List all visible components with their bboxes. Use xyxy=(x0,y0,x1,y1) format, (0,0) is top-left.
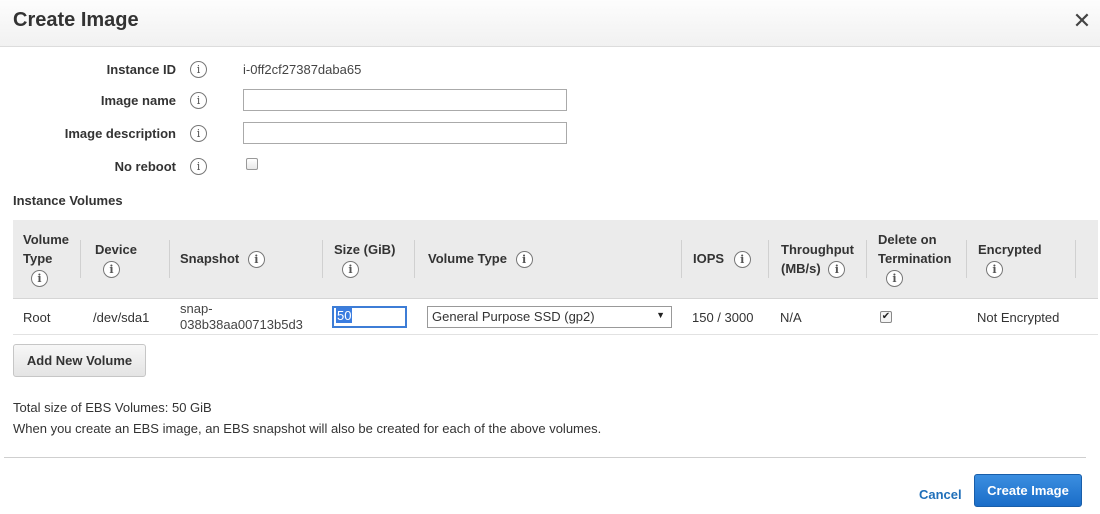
delete-on-termination-checkbox[interactable]: ✔ xyxy=(880,311,892,323)
chevron-down-icon: ▼ xyxy=(656,310,665,320)
no-reboot-row: No reboot xyxy=(0,156,176,180)
table-header: Volume Type i Device i Snapshot i Size (… xyxy=(13,220,1098,299)
cancel-link[interactable]: Cancel xyxy=(919,487,962,502)
cell-encrypted: Not Encrypted xyxy=(977,310,1060,325)
cell-throughput: N/A xyxy=(780,310,802,325)
info-icon[interactable]: i xyxy=(828,261,846,279)
instance-id-label: Instance ID xyxy=(106,62,176,77)
col-throughput-line1: Throughput xyxy=(781,242,854,257)
close-icon[interactable]: ✕ xyxy=(1068,7,1096,35)
col-size: Size (GiB) i xyxy=(334,240,396,279)
size-input-value: 50 xyxy=(336,308,353,323)
no-reboot-label: No reboot xyxy=(114,159,176,174)
volume-type-select[interactable]: General Purpose SSD (gp2) ▼ xyxy=(427,306,672,328)
cell-device: /dev/sda1 xyxy=(93,310,150,325)
info-icon[interactable]: i xyxy=(247,251,265,269)
cell-volume-type: Root xyxy=(23,310,51,325)
size-input[interactable]: 50 xyxy=(332,306,407,328)
instance-id-row: Instance ID xyxy=(0,59,176,83)
col-volume-type-line2: Type xyxy=(23,251,53,266)
col-device: Device i xyxy=(95,240,137,279)
col-device-label: Device xyxy=(95,242,137,257)
cell-snapshot-line2: 038b38aa00713b5d3 xyxy=(180,317,303,332)
info-icon[interactable]: i xyxy=(190,61,207,78)
info-icon[interactable]: i xyxy=(190,92,207,109)
total-size-text: Total size of EBS Volumes: 50 GiB xyxy=(13,400,212,415)
col-volume-type-line1: Volume xyxy=(23,232,69,247)
col-delete-on-termination: Delete on Termination i xyxy=(878,230,952,288)
table-row: Root /dev/sda1 snap- 038b38aa00713b5d3 5… xyxy=(13,300,1098,335)
info-icon[interactable]: i xyxy=(190,125,207,142)
info-icon[interactable]: i xyxy=(886,270,903,288)
col-volume-type-select: Volume Type i xyxy=(428,249,533,269)
no-reboot-checkbox[interactable] xyxy=(246,158,258,170)
col-snapshot-label: Snapshot xyxy=(180,251,240,266)
info-icon[interactable]: i xyxy=(733,251,751,269)
dialog-header: Create Image ✕ xyxy=(0,0,1100,47)
info-icon[interactable]: i xyxy=(103,261,120,279)
create-image-button[interactable]: Create Image xyxy=(974,474,1082,507)
col-snapshot: Snapshot i xyxy=(180,249,265,269)
info-icon[interactable]: i xyxy=(342,261,359,279)
cell-snapshot-line1: snap- xyxy=(180,301,213,316)
col-throughput-line2: (MB/s) xyxy=(781,261,821,276)
cell-iops: 150 / 3000 xyxy=(692,310,754,325)
cell-snapshot: snap- 038b38aa00713b5d3 xyxy=(180,301,303,333)
col-delete-line2: Termination xyxy=(878,251,952,266)
instance-id-value: i-0ff2cf27387daba65 xyxy=(243,62,362,77)
col-encrypted: Encrypted i xyxy=(978,240,1042,279)
col-throughput: Throughput (MB/s) i xyxy=(781,240,854,279)
col-volume-type-select-label: Volume Type xyxy=(428,251,507,266)
col-iops-label: IOPS xyxy=(693,251,725,266)
col-delete-line1: Delete on xyxy=(878,232,937,247)
image-name-input[interactable] xyxy=(243,89,567,111)
info-icon[interactable]: i xyxy=(986,261,1003,279)
dialog-title: Create Image xyxy=(13,9,139,31)
image-description-input[interactable] xyxy=(243,122,567,144)
col-size-label: Size (GiB) xyxy=(334,242,396,257)
image-description-label: Image description xyxy=(64,126,176,141)
col-iops: IOPS i xyxy=(693,249,751,269)
info-icon[interactable]: i xyxy=(190,158,207,175)
image-description-row: Image description xyxy=(0,123,176,147)
image-name-label: Image name xyxy=(100,93,176,108)
info-icon[interactable]: i xyxy=(515,251,533,269)
add-new-volume-button[interactable]: Add New Volume xyxy=(13,344,146,377)
info-icon[interactable]: i xyxy=(31,270,48,288)
instance-volumes-title: Instance Volumes xyxy=(13,193,123,208)
footer-divider xyxy=(4,457,1086,458)
volume-type-select-value: General Purpose SSD (gp2) xyxy=(432,309,595,324)
col-encrypted-label: Encrypted xyxy=(978,242,1042,257)
col-volume-type: Volume Type i xyxy=(23,230,69,288)
snapshot-note-text: When you create an EBS image, an EBS sna… xyxy=(13,421,602,436)
image-name-row: Image name xyxy=(0,90,176,114)
